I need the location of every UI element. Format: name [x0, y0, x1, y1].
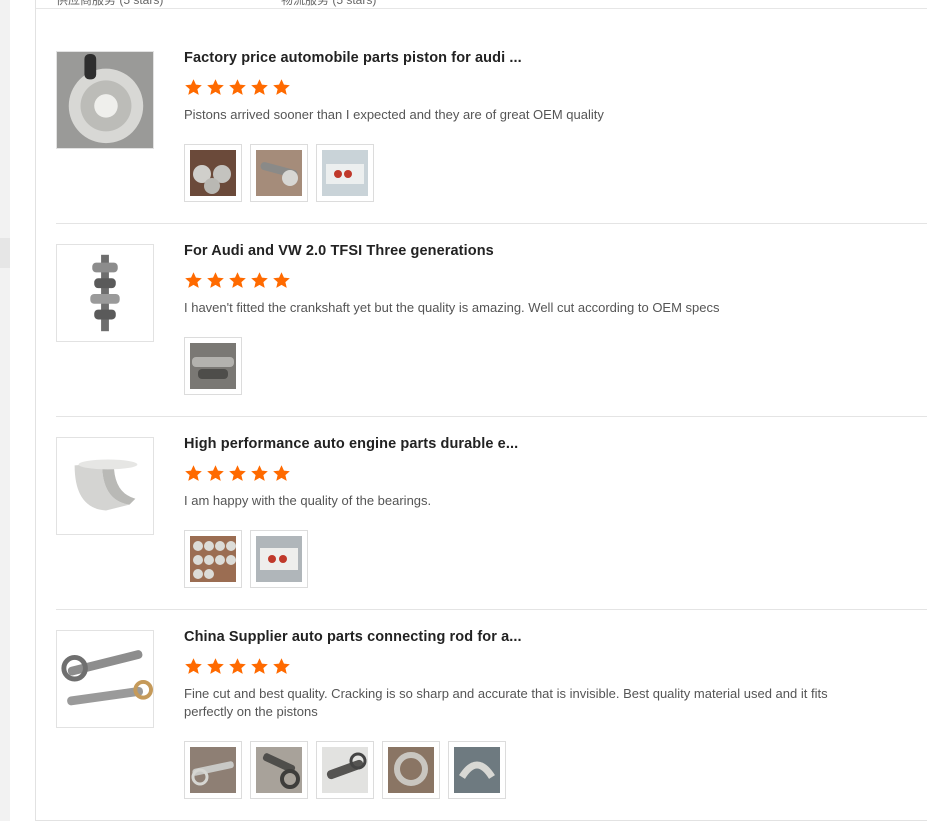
reviews-panel: 供应商服务 (5 stars) 物流服务 (5 stars) Factory p…	[35, 0, 927, 821]
star-icon	[229, 272, 246, 288]
star-icon	[273, 79, 290, 95]
review-comment: I am happy with the quality of the beari…	[184, 493, 432, 508]
star-icon	[273, 272, 290, 288]
review-photo[interactable]	[448, 741, 506, 799]
review-photo[interactable]	[382, 741, 440, 799]
review-photos	[184, 741, 506, 799]
star-icon	[229, 658, 246, 674]
review-item: For Audi and VW 2.0 TFSI Three generatio…	[56, 223, 927, 417]
review-comment: I haven't fitted the crankshaft yet but …	[184, 300, 720, 315]
review-photo[interactable]	[316, 144, 374, 202]
review-photo[interactable]	[250, 530, 308, 588]
review-comment: Fine cut and best quality. Cracking is s…	[184, 686, 828, 719]
review-photos	[184, 530, 308, 588]
review-photo[interactable]	[184, 530, 242, 588]
star-icon	[207, 79, 224, 95]
star-icon	[207, 465, 224, 481]
star-icon	[207, 272, 224, 288]
review-photo[interactable]	[184, 337, 242, 395]
product-thumbnail-connecting-rod[interactable]	[56, 630, 154, 728]
star-icon	[185, 79, 202, 95]
review-photo[interactable]	[250, 741, 308, 799]
supplier-service-rating: 供应商服务 (5 stars)	[56, 0, 164, 7]
rating-summary-strip: 供应商服务 (5 stars) 物流服务 (5 stars)	[36, 0, 927, 9]
left-gutter	[0, 0, 10, 821]
review-photos	[184, 144, 374, 202]
review-item: China Supplier auto parts connecting rod…	[56, 609, 927, 821]
star-icon	[251, 465, 268, 481]
product-title[interactable]: High performance auto engine parts durab…	[184, 436, 518, 452]
star-icon	[251, 658, 268, 674]
star-icon	[251, 272, 268, 288]
review-photo[interactable]	[250, 144, 308, 202]
logistics-service-rating: 物流服务 (5 stars)	[281, 0, 377, 7]
star-icon	[207, 658, 224, 674]
product-title[interactable]: China Supplier auto parts connecting rod…	[184, 629, 522, 645]
gutter-marker	[0, 238, 10, 268]
product-thumbnail-bearing[interactable]	[56, 437, 154, 535]
review-photo[interactable]	[184, 144, 242, 202]
star-icon	[229, 465, 246, 481]
star-icon	[185, 272, 202, 288]
product-title[interactable]: Factory price automobile parts piston fo…	[184, 50, 522, 66]
review-photo[interactable]	[184, 741, 242, 799]
star-icon	[229, 79, 246, 95]
review-comment: Pistons arrived sooner than I expected a…	[184, 107, 604, 122]
review-item: Factory price automobile parts piston fo…	[56, 30, 927, 224]
review-photos	[184, 337, 242, 395]
rating-stars	[184, 271, 291, 291]
product-thumbnail-crankshaft[interactable]	[56, 244, 154, 342]
product-title[interactable]: For Audi and VW 2.0 TFSI Three generatio…	[184, 243, 494, 259]
product-thumbnail-piston[interactable]	[56, 51, 154, 149]
review-photo[interactable]	[316, 741, 374, 799]
review-item: High performance auto engine parts durab…	[56, 416, 927, 610]
star-icon	[273, 465, 290, 481]
star-icon	[251, 79, 268, 95]
star-icon	[273, 658, 290, 674]
star-icon	[185, 658, 202, 674]
rating-stars	[184, 464, 291, 484]
star-icon	[185, 465, 202, 481]
rating-stars	[184, 657, 291, 677]
rating-stars	[184, 78, 291, 98]
